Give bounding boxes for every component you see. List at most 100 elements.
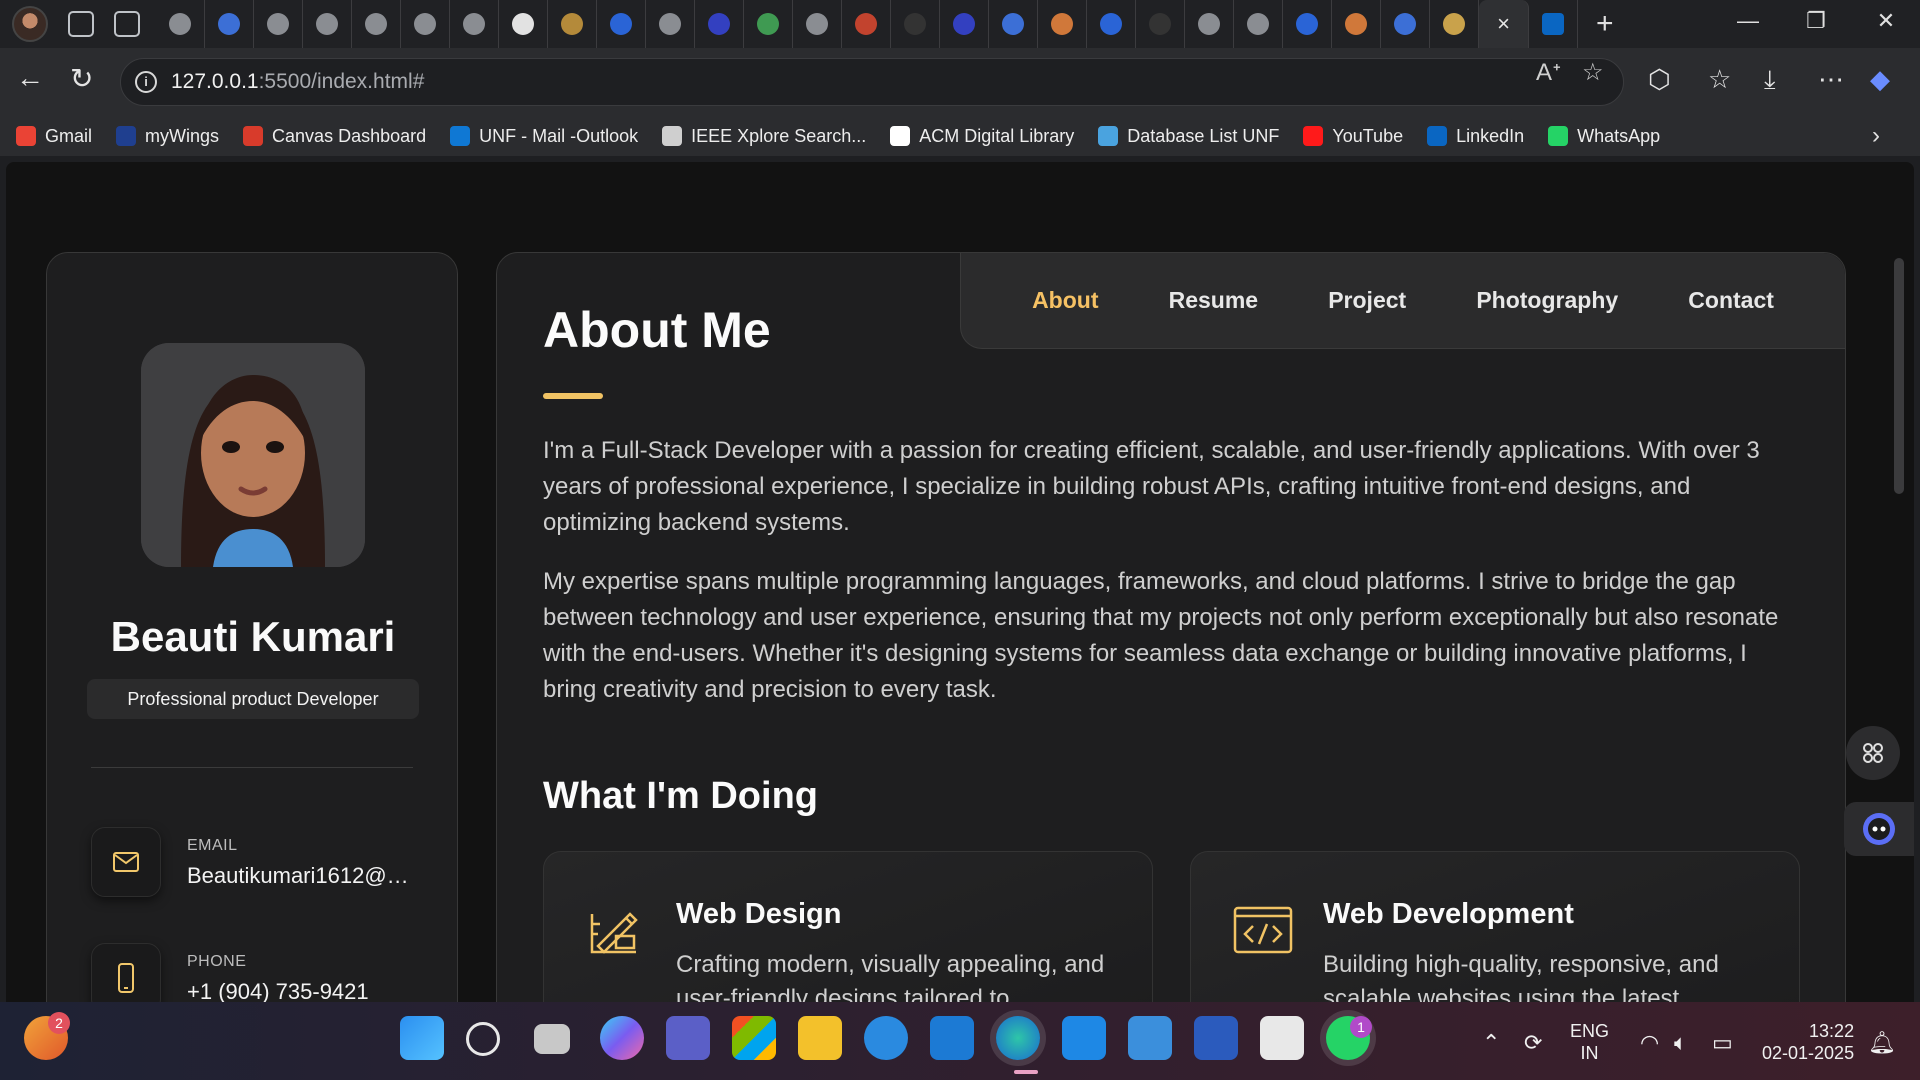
browser-tab[interactable] bbox=[254, 0, 303, 48]
bookmark-item[interactable]: ACM Digital Library bbox=[890, 126, 1074, 147]
input-language[interactable]: ENG IN bbox=[1570, 1020, 1609, 1064]
bookmark-label: ACM Digital Library bbox=[919, 125, 1075, 146]
browser-tab[interactable] bbox=[793, 0, 842, 48]
browser-tab[interactable] bbox=[1038, 0, 1087, 48]
search-icon[interactable] bbox=[466, 1022, 500, 1056]
bookmark-item[interactable]: Database List UNF bbox=[1098, 126, 1279, 147]
browser-tab[interactable] bbox=[891, 0, 940, 48]
word-icon[interactable] bbox=[1194, 1016, 1238, 1060]
browser-tab[interactable] bbox=[1136, 0, 1185, 48]
bookmark-item[interactable]: IEEE Xplore Search... bbox=[662, 126, 866, 147]
browser-tab[interactable] bbox=[499, 0, 548, 48]
nav-contact[interactable]: Contact bbox=[1688, 287, 1774, 314]
assistant-bot-icon[interactable] bbox=[1844, 802, 1914, 856]
downloads-icon[interactable]: ⤓ bbox=[1764, 64, 1776, 96]
browser-tab[interactable] bbox=[205, 0, 254, 48]
bookmark-item[interactable]: LinkedIn bbox=[1427, 126, 1524, 147]
browser-tab[interactable] bbox=[303, 0, 352, 48]
teams-icon[interactable] bbox=[666, 1016, 710, 1060]
browser-tab[interactable] bbox=[744, 0, 793, 48]
address-bar[interactable]: i 127.0.0.1:5500/index.html# bbox=[120, 58, 1624, 106]
browser-tab[interactable] bbox=[940, 0, 989, 48]
show-hidden-icons-icon[interactable]: ⌃ bbox=[1482, 1030, 1500, 1056]
browser-tab[interactable] bbox=[352, 0, 401, 48]
vertical-tabs-icon[interactable] bbox=[114, 11, 140, 37]
restore-icon[interactable]: ❐ bbox=[1796, 8, 1836, 34]
url-path: :5500/index.html# bbox=[258, 70, 425, 93]
minimize-icon[interactable]: — bbox=[1728, 8, 1768, 34]
vscode-icon[interactable] bbox=[1062, 1016, 1106, 1060]
start-icon[interactable] bbox=[400, 1016, 444, 1060]
profile-avatar[interactable] bbox=[12, 6, 48, 42]
browser-tab[interactable] bbox=[548, 0, 597, 48]
about-paragraph-1: I'm a Full-Stack Developer with a passio… bbox=[543, 437, 1760, 536]
sync-icon[interactable]: ⟳ bbox=[1524, 1030, 1542, 1056]
browser-tab[interactable] bbox=[989, 0, 1038, 48]
url-text[interactable]: 127.0.0.1:5500/index.html# bbox=[171, 70, 424, 94]
copilot-app-icon[interactable] bbox=[600, 1016, 644, 1060]
refresh-icon[interactable]: ↻ bbox=[70, 62, 93, 95]
read-aloud-icon[interactable]: Aᐩ bbox=[1536, 58, 1561, 87]
extensions-icon[interactable]: ⬡ bbox=[1648, 64, 1671, 95]
notifications-bell-icon[interactable]: 🔔︎ bbox=[1868, 1030, 1896, 1056]
notepad-icon[interactable] bbox=[1128, 1016, 1172, 1060]
bookmark-item[interactable]: Gmail bbox=[16, 126, 92, 147]
browser-tab-active[interactable]: × bbox=[1479, 0, 1529, 48]
clock[interactable]: 13:22 02-01-2025 bbox=[1762, 1020, 1854, 1064]
snipping-tool-icon[interactable] bbox=[1260, 1016, 1304, 1060]
close-tab-icon[interactable]: × bbox=[1493, 13, 1515, 35]
close-window-icon[interactable]: ✕ bbox=[1866, 8, 1906, 34]
new-tab-button[interactable]: + bbox=[1596, 7, 1614, 41]
chevron-right-icon[interactable]: › bbox=[1872, 122, 1880, 150]
nav-photography[interactable]: Photography bbox=[1476, 287, 1618, 314]
browser-tab[interactable] bbox=[695, 0, 744, 48]
contact-email-value[interactable]: Beautikumari1612@gmail.com bbox=[187, 863, 419, 889]
tab-favicon-icon bbox=[757, 13, 779, 35]
contact-email[interactable]: EMAIL Beautikumari1612@gmail.com bbox=[91, 827, 431, 901]
page-scrollbar[interactable] bbox=[1894, 258, 1904, 494]
task-view-icon[interactable] bbox=[534, 1024, 570, 1054]
browser-tab[interactable] bbox=[156, 0, 205, 48]
browser-tab[interactable] bbox=[842, 0, 891, 48]
app-window-icon[interactable] bbox=[930, 1016, 974, 1060]
site-info-icon[interactable]: i bbox=[135, 71, 157, 93]
file-explorer-icon[interactable] bbox=[798, 1016, 842, 1060]
browser-tab[interactable] bbox=[1234, 0, 1283, 48]
bookmark-icon bbox=[450, 126, 471, 146]
nav-project[interactable]: Project bbox=[1328, 287, 1406, 314]
bookmark-item[interactable]: UNF - Mail -Outlook bbox=[450, 126, 638, 147]
bookmark-item[interactable]: myWings bbox=[116, 126, 219, 147]
browser-tab[interactable] bbox=[1185, 0, 1234, 48]
contact-phone-value[interactable]: +1 (904) 735-9421 bbox=[187, 979, 419, 1002]
back-icon[interactable]: ← bbox=[16, 62, 44, 94]
browser-tab[interactable] bbox=[597, 0, 646, 48]
bookmark-item[interactable]: WhatsApp bbox=[1548, 126, 1660, 147]
bookmark-item[interactable]: Canvas Dashboard bbox=[243, 126, 426, 147]
workspaces-icon[interactable] bbox=[68, 11, 94, 37]
service-title: Web Design bbox=[676, 898, 842, 930]
wifi-icon[interactable]: ◠ bbox=[1640, 1030, 1659, 1056]
favorite-star-icon[interactable]: ☆ bbox=[1582, 58, 1604, 87]
edge-browser-icon[interactable] bbox=[996, 1016, 1040, 1060]
browser-tab[interactable] bbox=[1430, 0, 1479, 48]
favorites-icon[interactable]: ☆ bbox=[1708, 64, 1731, 95]
store-icon[interactable] bbox=[732, 1016, 776, 1060]
volume-icon[interactable]: 🔈︎ bbox=[1674, 1030, 1687, 1056]
apps-grid-icon[interactable] bbox=[1846, 726, 1900, 780]
copilot-icon[interactable]: ◆ bbox=[1870, 64, 1890, 95]
browser-tab[interactable] bbox=[1381, 0, 1430, 48]
browser-tab[interactable] bbox=[450, 0, 499, 48]
browser-tab[interactable] bbox=[646, 0, 695, 48]
browser-tab[interactable] bbox=[1283, 0, 1332, 48]
browser-tab[interactable] bbox=[1332, 0, 1381, 48]
contact-phone[interactable]: PHONE +1 (904) 735-9421 bbox=[91, 943, 431, 1002]
help-icon[interactable] bbox=[864, 1016, 908, 1060]
browser-tab[interactable] bbox=[401, 0, 450, 48]
nav-resume[interactable]: Resume bbox=[1169, 287, 1258, 314]
more-menu-icon[interactable]: ⋯ bbox=[1818, 64, 1844, 95]
browser-tab[interactable] bbox=[1087, 0, 1136, 48]
battery-icon[interactable]: ▭ bbox=[1712, 1030, 1733, 1056]
nav-about[interactable]: About bbox=[1032, 287, 1098, 314]
browser-tab[interactable] bbox=[1529, 0, 1578, 48]
bookmark-item[interactable]: YouTube bbox=[1303, 126, 1403, 147]
